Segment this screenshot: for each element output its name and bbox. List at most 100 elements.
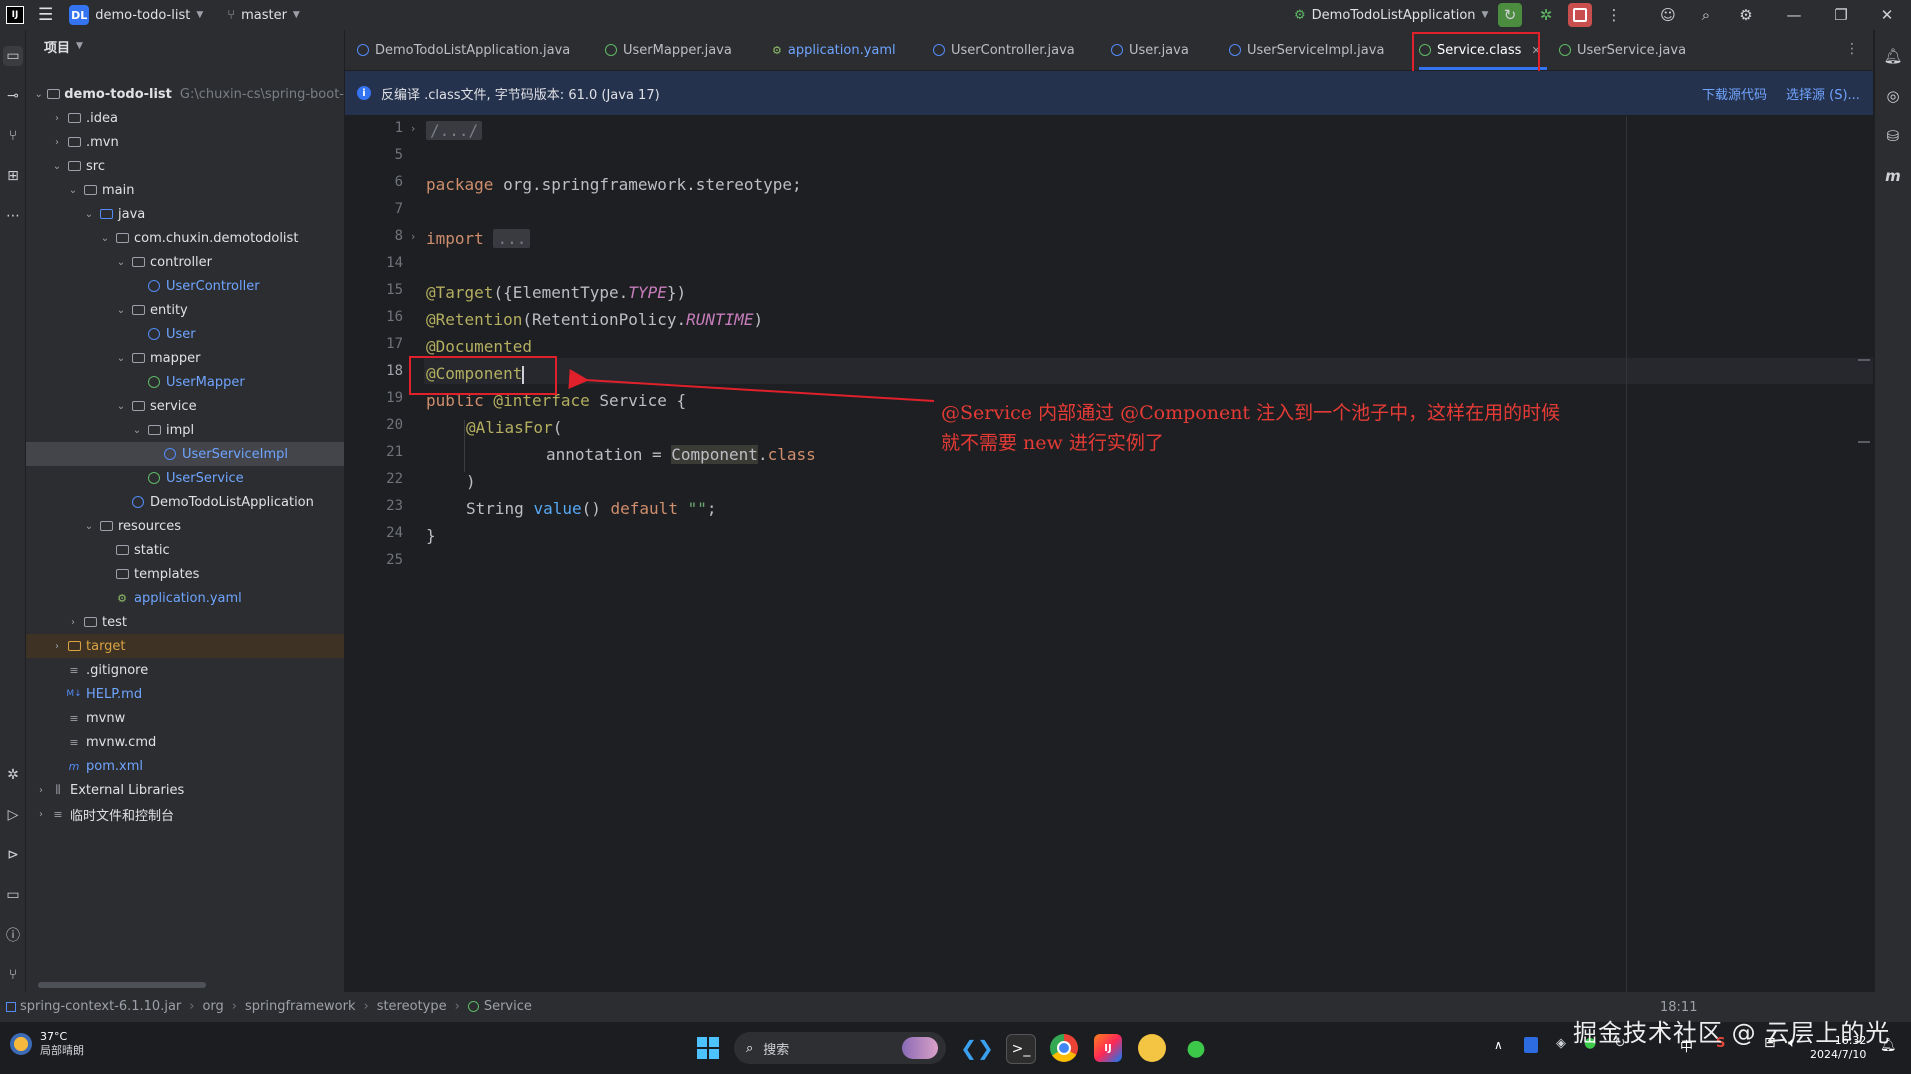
chrome-icon[interactable] bbox=[1050, 1034, 1078, 1062]
notifications-icon[interactable]: 🔔︎ bbox=[1883, 46, 1903, 66]
commit-icon[interactable]: ⊸ bbox=[3, 86, 23, 106]
chevron-down-icon[interactable]: ⌄ bbox=[33, 89, 45, 100]
tree-item[interactable]: ⌄ src bbox=[26, 154, 344, 178]
bluetooth-icon[interactable] bbox=[1524, 1037, 1538, 1053]
tree-item[interactable]: ≡ mvnw bbox=[26, 706, 344, 730]
main-menu-button[interactable]: ☰ bbox=[30, 0, 61, 30]
app-tray-icon[interactable]: ◈ bbox=[1556, 1036, 1566, 1051]
tree-item[interactable]: UserController bbox=[26, 274, 344, 298]
git-icon[interactable]: ⑂ bbox=[3, 965, 23, 985]
minimize-icon[interactable]: — bbox=[1782, 3, 1806, 27]
folded-imports[interactable]: ... bbox=[493, 229, 531, 248]
branch-switcher[interactable]: ⑂ master ▼ bbox=[219, 0, 308, 30]
tree-item[interactable]: ⌄ service bbox=[26, 394, 344, 418]
tab-demotodolistapplication[interactable]: DemoTodoListApplication.java bbox=[357, 30, 570, 70]
fold-toggle-icon[interactable]: › bbox=[411, 230, 415, 243]
more-actions-icon[interactable]: ⋮ bbox=[1602, 3, 1626, 27]
tray-overflow-icon[interactable]: ∧ bbox=[1494, 1038, 1503, 1052]
debug-icon[interactable]: ✲ bbox=[1534, 3, 1558, 27]
pull-requests-icon[interactable]: ⑂ bbox=[3, 126, 23, 146]
tab-application-yaml[interactable]: ⚙ application.yaml bbox=[772, 30, 896, 70]
tree-item[interactable]: ⌄ resources bbox=[26, 514, 344, 538]
project-panel-header[interactable]: 项目 ▼ bbox=[26, 30, 344, 62]
tab-userserviceimpl[interactable]: UserServiceImpl.java bbox=[1229, 30, 1384, 70]
chevron-down-icon[interactable]: ⌄ bbox=[114, 401, 128, 412]
download-sources-link[interactable]: 下载源代码 bbox=[1702, 84, 1767, 103]
tree-item[interactable]: ⌄ java bbox=[26, 202, 344, 226]
chevron-down-icon[interactable]: ⌄ bbox=[114, 353, 128, 364]
ide-logo[interactable]: IJ bbox=[0, 0, 30, 30]
project-folder-icon[interactable]: ▭ bbox=[3, 46, 23, 66]
terminal-app-icon[interactable]: >_ bbox=[1006, 1034, 1036, 1064]
tree-item[interactable]: templates bbox=[26, 562, 344, 586]
folded-header[interactable]: /.../ bbox=[426, 121, 483, 140]
tab-usercontroller[interactable]: UserController.java bbox=[933, 30, 1075, 70]
tree-item[interactable]: ⌄ controller bbox=[26, 250, 344, 274]
breadcrumb-item[interactable]: springframework bbox=[245, 999, 355, 1014]
rerun-icon[interactable]: ↻ bbox=[1498, 3, 1522, 27]
tree-item[interactable]: ≡ mvnw.cmd bbox=[26, 730, 344, 754]
intellij-icon[interactable]: IJ bbox=[1094, 1034, 1122, 1062]
tab-userservice[interactable]: UserService.java bbox=[1559, 30, 1686, 70]
tree-item[interactable]: ⌄ com.chuxin.demotodolist bbox=[26, 226, 344, 250]
breadcrumb-item[interactable]: stereotype bbox=[377, 999, 447, 1014]
database-icon[interactable]: ⛁ bbox=[1883, 126, 1903, 146]
more-tools-icon[interactable]: ⋯ bbox=[3, 206, 23, 226]
chevron-right-icon[interactable]: › bbox=[34, 809, 48, 820]
tree-item[interactable]: › ⫼ External Libraries bbox=[26, 778, 344, 802]
terminal-icon[interactable]: ▭ bbox=[3, 885, 23, 905]
tree-item[interactable]: ⌄ impl bbox=[26, 418, 344, 442]
chevron-right-icon[interactable]: › bbox=[34, 785, 48, 796]
choose-sources-link[interactable]: 选择源 (S)... bbox=[1786, 84, 1860, 103]
restore-icon[interactable]: ❐ bbox=[1829, 3, 1853, 27]
chevron-right-icon[interactable]: › bbox=[66, 617, 80, 628]
chevron-down-icon[interactable]: ⌄ bbox=[82, 521, 96, 532]
close-tab-icon[interactable]: ✕ bbox=[1531, 44, 1540, 57]
run-config-selector[interactable]: ⚙ DemoTodoListApplication ▼ bbox=[1286, 0, 1496, 30]
chevron-down-icon[interactable]: ⌄ bbox=[66, 185, 80, 196]
chevron-down-icon[interactable]: ⌄ bbox=[114, 257, 128, 268]
run-tool-icon[interactable]: ▷ bbox=[3, 805, 23, 825]
tab-options-icon[interactable]: ⋮ bbox=[1845, 41, 1859, 57]
code-editor[interactable]: /.../ package org.springframework.stereo… bbox=[424, 116, 1873, 992]
tree-item[interactable]: › target bbox=[26, 634, 344, 658]
tree-item[interactable]: UserMapper bbox=[26, 370, 344, 394]
breadcrumb-item[interactable]: spring-context-6.1.10.jar bbox=[20, 999, 181, 1014]
chevron-right-icon[interactable]: › bbox=[50, 113, 64, 124]
ai-assistant-icon[interactable]: ◎ bbox=[1883, 86, 1903, 106]
tree-item[interactable]: ⌄ mapper bbox=[26, 346, 344, 370]
taskbar-search[interactable]: ⌕ 搜索 bbox=[734, 1032, 946, 1064]
chevron-right-icon[interactable]: › bbox=[50, 641, 64, 652]
problems-icon[interactable]: ⓘ bbox=[3, 925, 23, 945]
search-icon[interactable]: ⌕ bbox=[1694, 3, 1718, 27]
project-switcher[interactable]: DL demo-todo-list ▼ bbox=[61, 0, 211, 30]
tree-item[interactable]: ⌄ entity bbox=[26, 298, 344, 322]
tab-usermapper[interactable]: UserMapper.java bbox=[605, 30, 732, 70]
chevron-right-icon[interactable]: › bbox=[50, 137, 64, 148]
chevron-down-icon[interactable]: ⌄ bbox=[50, 161, 64, 172]
windows-start-icon[interactable] bbox=[697, 1037, 719, 1059]
tree-item[interactable]: m pom.xml bbox=[26, 754, 344, 778]
tree-item[interactable]: M↓ HELP.md bbox=[26, 682, 344, 706]
chevron-down-icon[interactable]: ⌄ bbox=[114, 305, 128, 316]
account-icon[interactable]: ☺ bbox=[1656, 3, 1680, 27]
settings-icon[interactable]: ⚙ bbox=[1734, 3, 1758, 27]
maven-icon[interactable]: m bbox=[1883, 166, 1903, 186]
vscode-icon[interactable]: ❮❯ bbox=[960, 1034, 994, 1062]
tree-item[interactable]: UserServiceImpl bbox=[26, 442, 344, 466]
tab-service-class[interactable]: Service.class ✕ bbox=[1419, 30, 1547, 70]
tree-item[interactable]: DemoTodoListApplication bbox=[26, 490, 344, 514]
tree-item[interactable]: ⌄ main bbox=[26, 178, 344, 202]
debug-tool-icon[interactable]: ✲ bbox=[3, 765, 23, 785]
tree-item[interactable]: › .idea bbox=[26, 106, 344, 130]
tree-item[interactable]: static bbox=[26, 538, 344, 562]
tree-item[interactable]: › test bbox=[26, 610, 344, 634]
folder-app-icon[interactable] bbox=[1138, 1034, 1166, 1062]
chevron-down-icon[interactable]: ⌄ bbox=[82, 209, 96, 220]
weather-widget[interactable]: 37°C 局部晴朗 bbox=[10, 1030, 84, 1058]
tree-item[interactable]: ⌄ demo-todo-list G:\chuxin-cs\spring-boot- bbox=[26, 82, 344, 106]
chevron-down-icon[interactable]: ⌄ bbox=[98, 233, 112, 244]
tree-item[interactable]: › ≡ 临时文件和控制台 bbox=[26, 802, 344, 826]
stop-icon[interactable] bbox=[1568, 3, 1592, 27]
horizontal-scrollbar[interactable] bbox=[38, 982, 206, 988]
